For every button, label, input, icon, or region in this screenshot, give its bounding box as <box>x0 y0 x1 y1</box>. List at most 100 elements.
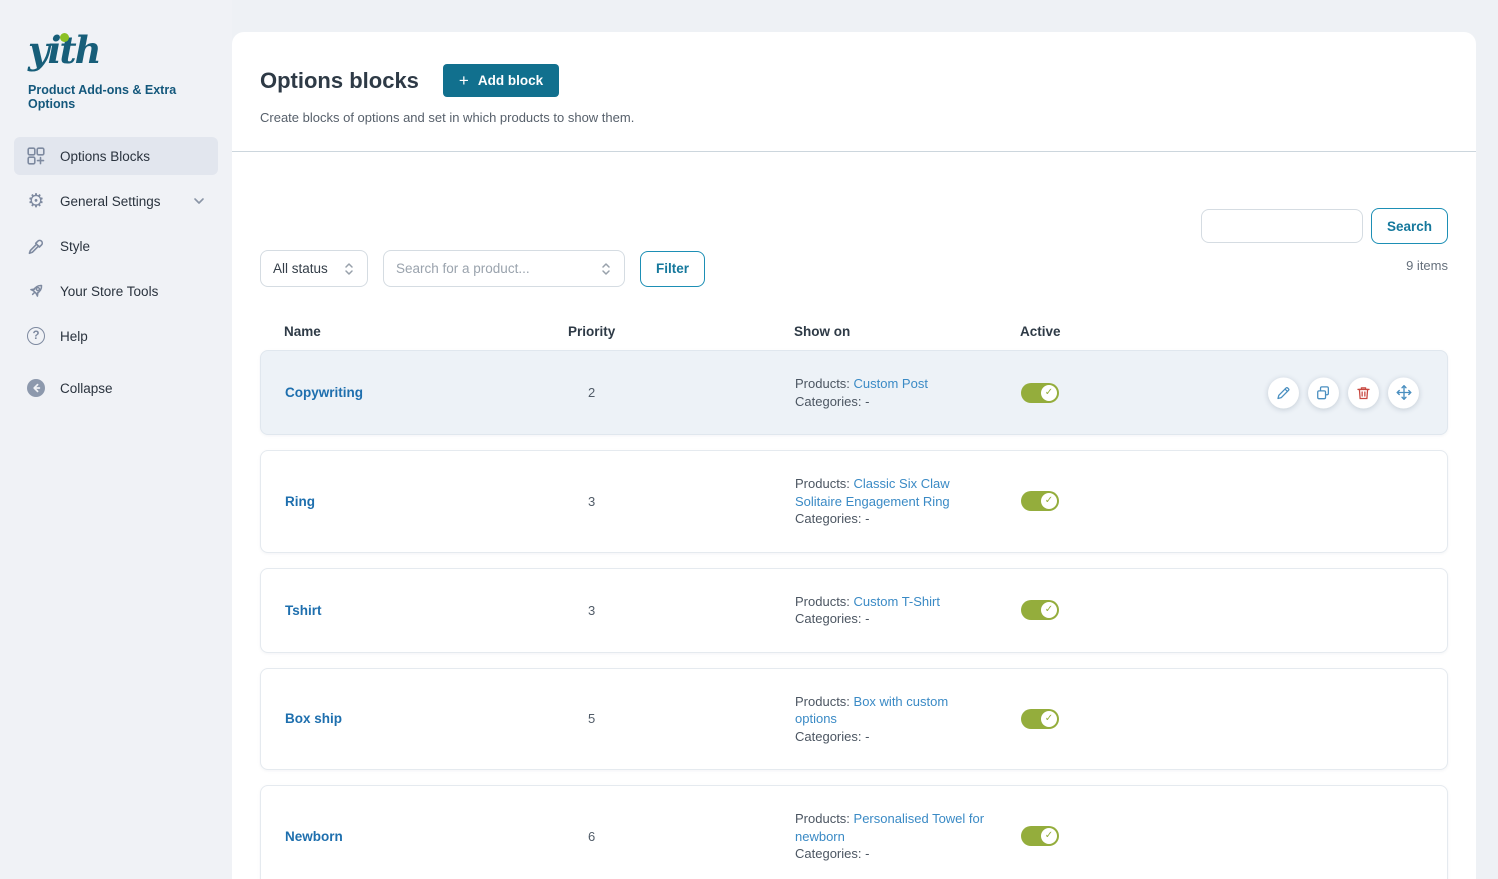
active-toggle[interactable]: ✓ <box>1021 826 1059 846</box>
blocks-plus-icon <box>26 146 46 166</box>
delete-trash-icon <box>1355 384 1372 401</box>
add-block-label: Add block <box>478 73 543 88</box>
edit-pencil-icon <box>1275 384 1292 401</box>
page-subtitle: Create blocks of options and set in whic… <box>260 110 1448 125</box>
block-name-link[interactable]: Copywriting <box>285 385 569 400</box>
product-link[interactable]: Custom Post <box>854 376 928 391</box>
products-label: Products: <box>795 811 854 826</box>
select-chevrons-icon <box>343 261 355 277</box>
select-chevrons-icon <box>600 261 612 277</box>
categories-value: - <box>865 846 869 861</box>
sidebar-item-general-settings[interactable]: ⚙ General Settings <box>14 182 218 220</box>
active-toggle[interactable]: ✓ <box>1021 383 1059 403</box>
delete-button[interactable] <box>1348 377 1379 408</box>
sidebar-item-help[interactable]: ? Help <box>14 317 218 355</box>
page-header: Options blocks + Add block Create blocks… <box>232 32 1476 152</box>
yith-logo: yith <box>28 32 100 69</box>
active-cell: ✓ <box>1021 491 1423 511</box>
sidebar-item-label: Style <box>60 239 90 254</box>
page-title: Options blocks <box>260 68 419 94</box>
block-name-link[interactable]: Tshirt <box>285 603 569 618</box>
duplicate-icon <box>1315 384 1332 401</box>
products-label: Products: <box>795 694 854 709</box>
active-toggle[interactable]: ✓ <box>1021 709 1059 729</box>
categories-label: Categories: <box>795 511 865 526</box>
categories-label: Categories: <box>795 729 865 744</box>
priority-value: 5 <box>569 711 795 726</box>
categories-value: - <box>865 394 869 409</box>
row-actions <box>1268 377 1419 408</box>
sidebar-item-label: Your Store Tools <box>60 284 158 299</box>
sidebar-item-your-store-tools[interactable]: Your Store Tools <box>14 272 218 310</box>
priority-value: 3 <box>569 494 795 509</box>
sidebar-collapse-button[interactable]: Collapse <box>14 369 218 407</box>
active-toggle[interactable]: ✓ <box>1021 491 1059 511</box>
table-row[interactable]: Newborn6Products: Personalised Towel for… <box>260 785 1448 879</box>
status-filter-select[interactable]: All status <box>260 250 368 287</box>
active-cell: ✓ <box>1021 600 1423 620</box>
help-icon: ? <box>26 326 46 346</box>
search-button[interactable]: Search <box>1371 208 1448 244</box>
plus-icon: + <box>459 72 469 89</box>
toggle-check-icon: ✓ <box>1041 828 1057 844</box>
toggle-check-icon: ✓ <box>1041 493 1057 509</box>
move-button[interactable] <box>1388 377 1419 408</box>
items-count: 9 items <box>1406 258 1448 273</box>
sidebar-item-style[interactable]: Style <box>14 227 218 265</box>
edit-button[interactable] <box>1268 377 1299 408</box>
sidebar-collapse-label: Collapse <box>60 381 113 396</box>
show-on-cell: Products: Box with custom optionsCategor… <box>795 693 1021 746</box>
categories-value: - <box>865 611 869 626</box>
show-on-cell: Products: Personalised Towel for newborn… <box>795 810 1021 863</box>
table-header: Name Priority Show on Active <box>260 324 1448 339</box>
chevron-down-icon <box>192 194 206 208</box>
products-label: Products: <box>795 376 854 391</box>
table-row[interactable]: Box ship5Products: Box with custom optio… <box>260 668 1448 771</box>
show-on-cell: Products: Custom Post Categories: - <box>795 375 1021 410</box>
sidebar-nav: Options Blocks ⚙ General Settings <box>0 137 232 407</box>
toggle-check-icon: ✓ <box>1041 602 1057 618</box>
categories-label: Categories: <box>795 846 865 861</box>
block-name-link[interactable]: Newborn <box>285 829 569 844</box>
filter-row: All status Search for a product... <box>260 250 1448 287</box>
sidebar: yith Product Add-ons & Extra Options Opt… <box>0 0 232 879</box>
main-panel: Options blocks + Add block Create blocks… <box>232 0 1498 879</box>
duplicate-button[interactable] <box>1308 377 1339 408</box>
toggle-check-icon: ✓ <box>1041 385 1057 401</box>
product-link[interactable]: Custom T-Shirt <box>854 594 940 609</box>
content-area: Search All status Search for a product..… <box>232 208 1476 879</box>
categories-label: Categories: <box>795 611 865 626</box>
active-toggle[interactable]: ✓ <box>1021 600 1059 620</box>
priority-value: 2 <box>569 385 795 400</box>
show-on-cell: Products: Custom T-Shirt Categories: - <box>795 593 1021 628</box>
products-label: Products: <box>795 476 854 491</box>
block-name-link[interactable]: Ring <box>285 494 569 509</box>
brand: yith Product Add-ons & Extra Options <box>0 26 232 137</box>
show-on-cell: Products: Classic Six Claw Solitaire Eng… <box>795 475 1021 528</box>
table-row[interactable]: Tshirt3Products: Custom T-ShirtCategorie… <box>260 568 1448 653</box>
search-row: Search <box>260 208 1448 244</box>
table-row[interactable]: Copywriting2Products: Custom Post Categor… <box>260 350 1448 435</box>
product-filter-select[interactable]: Search for a product... <box>383 250 625 287</box>
product-filter-placeholder: Search for a product... <box>396 261 530 276</box>
categories-label: Categories: <box>795 394 865 409</box>
active-cell: ✓ <box>1021 826 1423 846</box>
main-card: Options blocks + Add block Create blocks… <box>232 32 1476 879</box>
categories-value: - <box>865 511 869 526</box>
column-header-priority: Priority <box>568 324 794 339</box>
status-filter-value: All status <box>273 261 328 276</box>
app-root: yith Product Add-ons & Extra Options Opt… <box>0 0 1498 879</box>
table-row[interactable]: Ring3Products: Classic Six Claw Solitair… <box>260 450 1448 553</box>
collapse-arrow-icon <box>26 378 46 398</box>
products-label: Products: <box>795 594 854 609</box>
sidebar-item-label: Options Blocks <box>60 149 150 164</box>
add-block-button[interactable]: + Add block <box>443 64 559 97</box>
toggle-check-icon: ✓ <box>1041 711 1057 727</box>
categories-value: - <box>865 729 869 744</box>
block-name-link[interactable]: Box ship <box>285 711 569 726</box>
sidebar-item-options-blocks[interactable]: Options Blocks <box>14 137 218 175</box>
filter-button[interactable]: Filter <box>640 251 705 287</box>
logo-dot-icon <box>60 33 69 42</box>
eyedropper-icon <box>26 236 46 256</box>
search-input[interactable] <box>1201 209 1363 243</box>
